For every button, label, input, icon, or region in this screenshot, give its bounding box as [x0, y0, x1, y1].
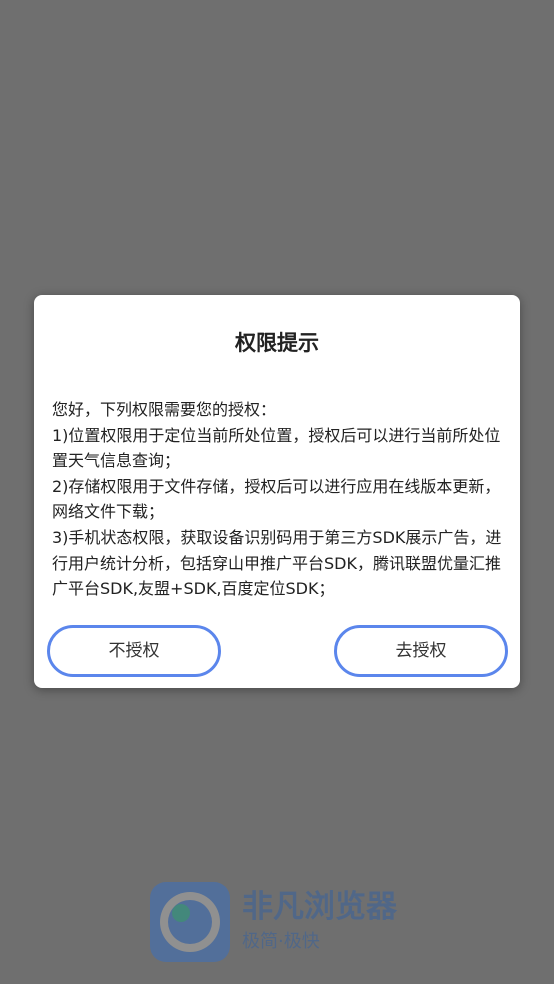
dialog-message-line: 2)存储权限用于文件存储，授权后可以进行应用在线版本更新，网络文件下载；	[52, 476, 501, 522]
dialog-message-line: 3)手机状态权限，获取设备识别码用于第三方SDK展示广告，进行用户统计分析，包括…	[52, 527, 502, 599]
dialog-message-line: 您好，下列权限需要您的授权：	[52, 400, 277, 419]
dialog-title: 权限提示	[235, 331, 319, 355]
permission-dialog: 权限提示 您好，下列权限需要您的授权： 1)位置权限用于定位当前所处位置，授权后…	[34, 295, 520, 688]
deny-button[interactable]: 不授权	[47, 625, 221, 677]
app-name: 非凡浏览器	[242, 889, 397, 925]
app-slogan: 极简·极快	[242, 931, 320, 952]
app-brand: 非凡浏览器 极简·极快	[150, 882, 420, 964]
grant-button[interactable]: 去授权	[334, 625, 508, 677]
dialog-message: 您好，下列权限需要您的授权： 1)位置权限用于定位当前所处位置，授权后可以进行当…	[52, 397, 504, 602]
browser-eye-logo-icon	[150, 882, 230, 962]
splash-screen: 非凡浏览器 极简·极快 权限提示 您好，下列权限需要您的授权： 1)位置权限用于…	[0, 0, 554, 984]
dialog-message-line: 1)位置权限用于定位当前所处位置，授权后可以进行当前所处位置天气信息查询；	[52, 425, 501, 471]
